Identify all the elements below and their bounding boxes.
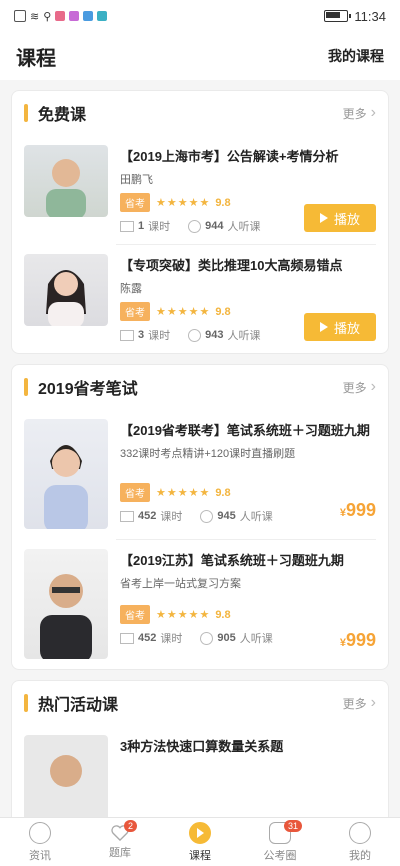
course-item[interactable]: 【2019省考联考】笔试系统班＋习题班九期 332课时考点精讲+120课时直播刷… bbox=[12, 409, 388, 539]
lesson-count: 452 bbox=[138, 632, 157, 644]
lesson-count: 3 bbox=[138, 329, 145, 341]
section-title: 2019省考笔试 bbox=[38, 381, 138, 398]
usb-icon: ⚲ bbox=[43, 10, 52, 23]
category-tag: 省考 bbox=[120, 302, 150, 321]
play-icon bbox=[319, 322, 328, 332]
rating-stars: ★★★★★ bbox=[156, 306, 211, 318]
video-icon bbox=[120, 329, 134, 341]
teacher-photo bbox=[24, 254, 108, 326]
section-accent-bar bbox=[24, 104, 28, 122]
course-item[interactable]: 【专项突破】类比推理10大高频易错点 陈露 省考 ★★★★★ 9.8 3 课时 9… bbox=[12, 244, 388, 353]
status-bar: ≋ ⚲ 11:34 bbox=[0, 0, 400, 32]
rating-score: 9.8 bbox=[215, 608, 231, 621]
price: ¥999 bbox=[339, 630, 376, 650]
my-courses-link[interactable]: 我的课程 bbox=[328, 46, 384, 66]
rating-stars: ★★★★★ bbox=[156, 609, 211, 621]
video-icon bbox=[120, 510, 134, 522]
rating-stars: ★★★★★ bbox=[156, 487, 211, 499]
chevron-right-icon: › bbox=[370, 694, 376, 711]
app-header: 课程 我的课程 bbox=[0, 32, 400, 80]
play-button[interactable]: 播放 bbox=[304, 204, 376, 232]
wifi-icon: ≋ bbox=[30, 10, 40, 23]
course-description: 省考上岸一站式复习方案 bbox=[120, 578, 241, 590]
tab-courses[interactable]: 课程 bbox=[160, 818, 240, 866]
notification-badge: 31 bbox=[284, 820, 303, 832]
notification-badge: 2 bbox=[124, 820, 138, 832]
user-icon bbox=[349, 821, 371, 844]
play-icon bbox=[189, 821, 211, 844]
listener-icon bbox=[188, 328, 202, 342]
listener-count: 905 bbox=[217, 632, 236, 644]
compass-icon bbox=[29, 821, 51, 844]
listener-icon bbox=[200, 631, 214, 645]
price: ¥999 bbox=[339, 500, 376, 520]
section-title: 热门活动课 bbox=[38, 697, 119, 714]
section-provincial-exam: 2019省考笔试 更多 › 【2019省考联考】笔试系统班＋习题班九期 332课时… bbox=[11, 364, 389, 670]
lesson-count: 452 bbox=[138, 510, 157, 522]
category-tag: 省考 bbox=[120, 193, 150, 212]
teacher-photo bbox=[24, 549, 108, 659]
rating-score: 9.8 bbox=[215, 486, 231, 499]
rating-stars: ★★★★★ bbox=[156, 197, 211, 209]
play-icon bbox=[319, 213, 328, 223]
listener-count: 945 bbox=[217, 510, 236, 522]
listener-count: 944 bbox=[205, 220, 224, 232]
app-notif-icon bbox=[55, 11, 66, 21]
listener-icon bbox=[200, 509, 214, 523]
course-title: 【2019省考联考】笔试系统班＋习题班九期 bbox=[120, 423, 370, 438]
app-notif-icon bbox=[97, 11, 108, 21]
chevron-right-icon: › bbox=[370, 378, 376, 395]
teacher-name: 陈露 bbox=[120, 283, 142, 295]
section-free-courses: 免费课 更多 › 【2019上海市考】公告解读+考情分析 田鹏飞 省考 ★★★★★… bbox=[11, 90, 389, 354]
teacher-photo bbox=[24, 419, 108, 529]
course-description: 332课时考点精讲+120课时直播刷题 bbox=[120, 448, 296, 460]
course-item[interactable]: 【2019江苏】笔试系统班＋习题班九期 省考上岸一站式复习方案 省考 ★★★★★… bbox=[12, 539, 388, 669]
section-accent-bar bbox=[24, 378, 28, 396]
tab-question-bank[interactable]: 2 题库 bbox=[80, 818, 160, 866]
listener-count: 943 bbox=[205, 329, 224, 341]
rating-score: 9.8 bbox=[215, 196, 231, 209]
page-title: 课程 bbox=[16, 47, 56, 70]
battery-icon bbox=[324, 10, 352, 22]
bottom-tab-bar: 资讯 2 题库 课程 31 公考圈 我的 bbox=[0, 817, 400, 866]
tab-news[interactable]: 资讯 bbox=[0, 818, 80, 866]
more-link[interactable]: 更多 › bbox=[343, 378, 376, 396]
chevron-right-icon: › bbox=[370, 104, 376, 121]
app-notif-icon bbox=[69, 11, 80, 21]
category-tag: 省考 bbox=[120, 605, 150, 624]
video-icon bbox=[120, 632, 134, 644]
teacher-name: 田鹏飞 bbox=[120, 174, 153, 186]
section-accent-bar bbox=[24, 694, 28, 712]
section-title: 免费课 bbox=[38, 107, 87, 124]
play-button[interactable]: 播放 bbox=[304, 313, 376, 341]
lesson-count: 1 bbox=[138, 220, 145, 232]
category-tag: 省考 bbox=[120, 483, 150, 502]
teacher-photo bbox=[24, 145, 108, 217]
video-icon bbox=[120, 220, 134, 232]
app-notif-icon bbox=[83, 11, 94, 21]
clock: 11:34 bbox=[354, 8, 386, 24]
course-title: 3种方法快速口算数量关系题 bbox=[120, 739, 284, 754]
more-link[interactable]: 更多 › bbox=[343, 104, 376, 122]
tab-community[interactable]: 31 公考圈 bbox=[240, 818, 320, 866]
listener-icon bbox=[188, 219, 202, 233]
tab-profile[interactable]: 我的 bbox=[320, 818, 400, 866]
sim-icon bbox=[14, 10, 26, 22]
course-title: 【2019上海市考】公告解读+考情分析 bbox=[120, 149, 339, 164]
status-icons: ≋ ⚲ bbox=[14, 10, 108, 23]
course-title: 【2019江苏】笔试系统班＋习题班九期 bbox=[120, 553, 344, 568]
more-link[interactable]: 更多 › bbox=[343, 694, 376, 712]
rating-score: 9.8 bbox=[215, 305, 231, 318]
course-item[interactable]: 【2019上海市考】公告解读+考情分析 田鹏飞 省考 ★★★★★ 9.8 1 课时… bbox=[12, 135, 388, 244]
course-title: 【专项突破】类比推理10大高频易错点 bbox=[120, 258, 343, 273]
